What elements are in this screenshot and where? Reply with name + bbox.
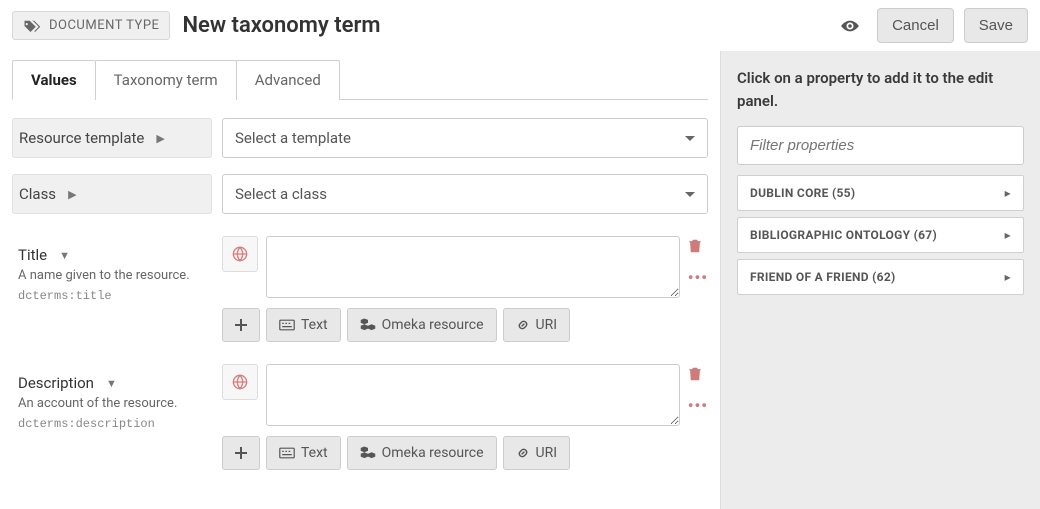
tab-advanced[interactable]: Advanced [236, 60, 340, 100]
property-desc-description: An account of the resource. [18, 396, 206, 411]
plus-icon [235, 447, 247, 459]
property-desc-title: A name given to the resource. [18, 268, 206, 283]
row-title: Title ▼ A name given to the resource. dc… [12, 230, 708, 348]
add-value-button[interactable] [222, 308, 260, 342]
more-icon[interactable]: ••• [688, 396, 708, 415]
select-resource-template-display: Select a template [222, 118, 708, 158]
value-actions-description: ••• [688, 364, 708, 415]
link-icon [516, 446, 530, 460]
label-class-text: Class [19, 185, 56, 203]
value-actions-title: ••• [688, 236, 708, 287]
resource-type-button[interactable]: Omeka resource [347, 436, 497, 470]
vocab-foaf[interactable]: FRIEND OF A FRIEND (62) [737, 259, 1024, 295]
keyboard-icon [279, 319, 295, 331]
description-textarea[interactable] [266, 364, 680, 426]
tabs: Values Taxonomy term Advanced [12, 59, 708, 100]
left-pane: Values Taxonomy term Advanced Resource t… [0, 51, 720, 509]
caret-down-icon[interactable]: ▼ [106, 377, 117, 390]
plus-icon [235, 319, 247, 331]
header-actions: Cancel Save [839, 8, 1028, 43]
globe-icon [232, 246, 248, 262]
save-button[interactable]: Save [964, 8, 1028, 43]
cubes-icon [360, 446, 376, 460]
caret-right-icon: ▶ [156, 132, 164, 145]
link-icon [516, 318, 530, 332]
caret-right-icon: ▶ [68, 188, 76, 201]
add-value-button[interactable] [222, 436, 260, 470]
row-description: Description ▼ An account of the resource… [12, 358, 708, 476]
tab-values[interactable]: Values [12, 60, 96, 100]
cubes-icon [360, 318, 376, 332]
value-row-title: ••• [222, 236, 708, 298]
label-resource-template-text: Resource template [19, 129, 144, 147]
cancel-button[interactable]: Cancel [877, 8, 954, 43]
value-row-description: ••• [222, 364, 708, 426]
text-type-button[interactable]: Text [266, 436, 341, 470]
resource-type-button[interactable]: Omeka resource [347, 308, 497, 342]
text-type-button[interactable]: Text [266, 308, 341, 342]
label-class: Class ▶ [12, 174, 212, 214]
property-term-description: dcterms:description [18, 417, 206, 431]
property-meta-description: Description ▼ An account of the resource… [12, 364, 212, 441]
vocab-bibliographic[interactable]: BIBLIOGRAPHIC ONTOLOGY (67) [737, 217, 1024, 253]
header: DOCUMENT TYPE New taxonomy term Cancel S… [0, 0, 1040, 51]
property-name-description: Description ▼ [18, 374, 206, 392]
tags-icon [23, 19, 41, 33]
doc-type-label: DOCUMENT TYPE [49, 18, 159, 33]
tab-taxonomy-term[interactable]: Taxonomy term [95, 60, 237, 100]
delete-icon[interactable] [688, 366, 708, 382]
select-class[interactable]: Select a class [222, 174, 708, 214]
select-class-display: Select a class [222, 174, 708, 214]
caret-down-icon[interactable]: ▼ [59, 249, 70, 262]
keyboard-icon [279, 447, 295, 459]
main-layout: Values Taxonomy term Advanced Resource t… [0, 51, 1040, 509]
sidebar-hint: Click on a property to add it to the edi… [737, 67, 1024, 112]
row-resource-template: Resource template ▶ Select a template [12, 112, 708, 164]
right-pane: Click on a property to add it to the edi… [720, 51, 1040, 509]
delete-icon[interactable] [688, 238, 708, 254]
more-icon[interactable]: ••• [688, 268, 708, 287]
visibility-icon[interactable] [839, 18, 861, 34]
vocab-dublin-core[interactable]: DUBLIN CORE (55) [737, 175, 1024, 211]
globe-icon [232, 374, 248, 390]
uri-type-button[interactable]: URI [503, 308, 571, 342]
property-name-title: Title ▼ [18, 246, 206, 264]
filter-properties-input[interactable] [737, 126, 1024, 165]
doc-type-badge: DOCUMENT TYPE [12, 11, 170, 40]
language-button[interactable] [222, 364, 258, 400]
row-class: Class ▶ Select a class [12, 168, 708, 220]
language-button[interactable] [222, 236, 258, 272]
select-resource-template[interactable]: Select a template [222, 118, 708, 158]
value-type-row-title: Text Omeka resource URI [222, 308, 708, 342]
uri-type-button[interactable]: URI [503, 436, 571, 470]
property-meta-title: Title ▼ A name given to the resource. dc… [12, 236, 212, 313]
title-textarea[interactable] [266, 236, 680, 298]
value-type-row-description: Text Omeka resource URI [222, 436, 708, 470]
label-resource-template: Resource template ▶ [12, 118, 212, 158]
property-term-title: dcterms:title [18, 289, 206, 303]
page-title: New taxonomy term [182, 13, 839, 38]
